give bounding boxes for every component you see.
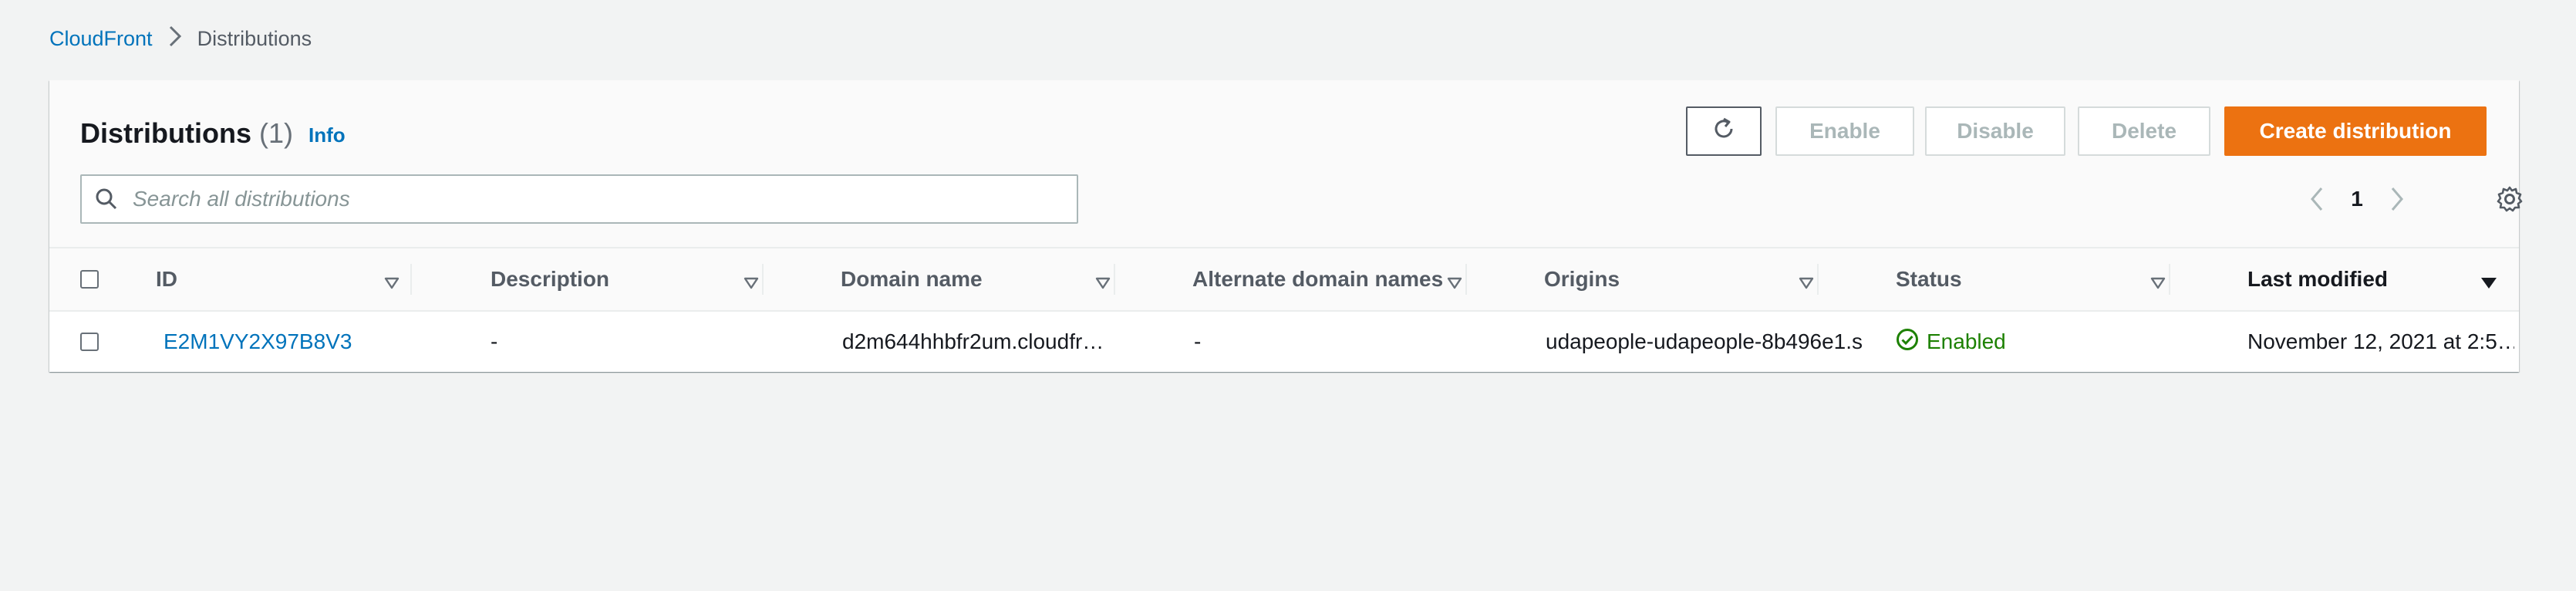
sort-triangle-icon xyxy=(743,270,759,295)
column-divider xyxy=(1465,264,1467,295)
next-page-icon[interactable] xyxy=(2382,186,2412,212)
cell-alternate-domain-names: - xyxy=(1194,329,1202,353)
create-distribution-button[interactable]: Create distribution xyxy=(2224,106,2487,156)
column-header-id[interactable]: ID xyxy=(153,248,420,310)
disable-button[interactable]: Disable xyxy=(1925,106,2065,156)
column-header-alternate-domain-names[interactable]: Alternate domain names xyxy=(1131,248,1482,310)
sort-triangle-icon xyxy=(1799,270,1814,295)
cell-origins: udapeople-udapeople-8b496e1.s xyxy=(1546,329,1863,353)
title-count: (1) xyxy=(259,117,294,149)
column-divider xyxy=(410,264,412,295)
title-text: Distributions xyxy=(80,117,251,149)
column-header-origins[interactable]: Origins xyxy=(1482,248,1834,310)
breadcrumb-current: Distributions xyxy=(197,26,312,50)
column-header-description[interactable]: Description xyxy=(427,248,779,310)
sort-descending-icon xyxy=(2480,270,2497,295)
breadcrumb: CloudFront Distributions xyxy=(49,25,312,52)
status-text: Enabled xyxy=(1927,329,2006,353)
sort-triangle-icon xyxy=(384,270,400,295)
column-divider xyxy=(1114,264,1115,295)
info-link[interactable]: Info xyxy=(309,123,346,147)
column-header-domain-name[interactable]: Domain name xyxy=(779,248,1131,310)
column-header-last-modified[interactable]: Last modified xyxy=(2186,248,2519,310)
gear-icon[interactable] xyxy=(2496,185,2524,217)
panel-header: Distributions (1) Info Enable Disable De… xyxy=(49,80,2523,248)
refresh-icon xyxy=(1711,116,1737,147)
column-divider xyxy=(2169,264,2170,295)
column-divider xyxy=(1817,264,1819,295)
table-row[interactable]: E2M1VY2X97B8V3 - d2m644hhbfr2um.cloudfr…… xyxy=(49,312,2519,372)
refresh-button[interactable] xyxy=(1686,106,1762,156)
search-input[interactable] xyxy=(131,186,1077,212)
status-badge: Enabled xyxy=(1896,328,2006,356)
distributions-panel: Distributions (1) Info Enable Disable De… xyxy=(49,80,2523,372)
previous-page-icon[interactable] xyxy=(2301,186,2332,212)
column-header-status[interactable]: Status xyxy=(1834,248,2186,310)
column-divider xyxy=(762,264,764,295)
cell-status: Enabled xyxy=(1896,312,2173,372)
search-box xyxy=(80,174,1078,224)
select-all-checkbox[interactable] xyxy=(80,270,99,289)
cell-domain-name: d2m644hhbfr2um.cloudfr… xyxy=(842,329,1104,353)
distribution-id-link[interactable]: E2M1VY2X97B8V3 xyxy=(164,312,410,372)
row-select-checkbox[interactable] xyxy=(80,333,99,351)
pagination: 1 xyxy=(2301,177,2412,221)
breadcrumb-cloudfront-link[interactable]: CloudFront xyxy=(49,27,153,51)
delete-button[interactable]: Delete xyxy=(2078,106,2210,156)
sort-triangle-icon xyxy=(1095,270,1111,295)
page-title: Distributions (1) xyxy=(80,117,293,150)
cell-last-modified: November 12, 2021 at 2:5… xyxy=(2247,329,2514,353)
sort-triangle-icon xyxy=(2150,270,2166,295)
check-circle-icon xyxy=(1896,328,1919,356)
chevron-right-icon xyxy=(168,25,182,52)
search-icon xyxy=(82,187,131,211)
table-header: ID Description Domain name Alternate dom… xyxy=(49,248,2519,312)
current-page-number[interactable]: 1 xyxy=(2332,187,2382,211)
cell-description: - xyxy=(491,329,498,353)
sort-triangle-icon xyxy=(1447,270,1462,295)
enable-button[interactable]: Enable xyxy=(1775,106,1914,156)
